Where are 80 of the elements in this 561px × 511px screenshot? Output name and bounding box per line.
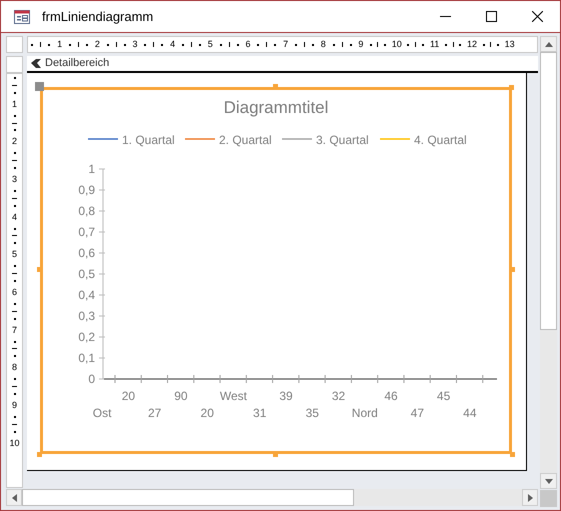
scrollbar-thumb[interactable] — [22, 489, 354, 506]
ruler-number: 2 — [94, 40, 100, 49]
minimize-icon — [440, 16, 450, 17]
y-tick-label: 0 — [88, 372, 95, 386]
horizontal-scrollbar[interactable] — [6, 489, 538, 506]
x-category-label: Nord — [352, 406, 378, 420]
ruler-number: 7 — [283, 40, 288, 49]
x-category-label: 44 — [463, 406, 477, 420]
legend-label: 2. Quartal — [219, 133, 272, 147]
resize-handle-icon[interactable] — [37, 267, 42, 272]
ruler-number: 8 — [12, 363, 17, 372]
ruler-number: 9 — [12, 400, 17, 410]
ruler-number: 4 — [170, 40, 176, 49]
y-tick-label: 0,2 — [78, 330, 95, 344]
x-category-label: 20 — [200, 406, 214, 420]
resize-handle-icon[interactable] — [273, 452, 278, 457]
ruler-number: 3 — [12, 174, 17, 184]
legend-label: 4. Quartal — [414, 133, 467, 147]
chart-title: Diagrammtitel — [224, 98, 328, 117]
y-tick-label: 0,1 — [78, 351, 95, 365]
x-category-label: 45 — [436, 389, 450, 403]
x-category-label: 31 — [253, 406, 266, 420]
ruler-number: 6 — [245, 40, 250, 49]
ruler-number: 11 — [430, 40, 440, 49]
x-category-label: 27 — [148, 406, 162, 420]
ruler-number: 5 — [208, 40, 213, 49]
scrollbar-thumb[interactable] — [540, 52, 557, 330]
legend-label: 3. Quartal — [316, 133, 369, 147]
x-category-label: Ost — [92, 406, 112, 420]
ruler-number: 1 — [57, 40, 62, 49]
scroll-left-icon — [12, 494, 16, 502]
ruler-number: 13 — [504, 40, 515, 49]
window-title: frmLiniendiagramm — [42, 8, 154, 26]
y-tick-label: 0,8 — [78, 204, 95, 218]
ruler-number: 6 — [12, 288, 17, 297]
y-tick-label: 1 — [88, 162, 95, 176]
ruler-number: 4 — [12, 212, 17, 222]
resize-handle-icon[interactable] — [37, 452, 42, 457]
ruler-number: 10 — [392, 40, 402, 49]
y-tick-label: 0,5 — [78, 267, 95, 281]
y-tick-label: 0,3 — [78, 309, 95, 323]
scroll-right-icon — [528, 494, 532, 502]
ruler-number: 9 — [358, 40, 364, 49]
ruler-number: 12 — [467, 40, 478, 49]
ruler-number: 8 — [320, 40, 326, 49]
resize-handle-icon[interactable] — [273, 84, 278, 89]
section-arrow-icon — [31, 59, 41, 68]
form-icon — [14, 10, 30, 24]
ruler-number: 1 — [12, 100, 17, 109]
y-tick-label: 0,4 — [78, 288, 95, 302]
x-category-label: 47 — [410, 406, 424, 420]
x-category-label: West — [220, 389, 248, 403]
x-category-label: 20 — [122, 389, 136, 403]
x-category-label: 32 — [332, 389, 346, 403]
maximize-icon — [486, 11, 496, 22]
legend-label: 1. Quartal — [122, 133, 175, 147]
x-category-label: 90 — [174, 389, 188, 403]
form-selector[interactable] — [6, 36, 23, 53]
vertical-scrollbar[interactable] — [540, 36, 557, 489]
ruler-number: 5 — [12, 250, 17, 260]
scroll-up-icon — [544, 42, 552, 46]
resize-handle-icon[interactable] — [510, 452, 515, 457]
section-selector[interactable] — [6, 56, 23, 73]
scroll-down-icon — [544, 478, 552, 484]
ruler-number: 10 — [9, 438, 20, 448]
y-tick-label: 0,6 — [78, 246, 95, 260]
scrollbar-corner — [540, 490, 557, 507]
close-icon — [532, 11, 542, 22]
ruler-number: 7 — [12, 326, 17, 335]
x-category-label: 46 — [384, 389, 398, 403]
section-label: Detailbereich — [45, 56, 110, 72]
y-tick-label: 0,9 — [78, 183, 95, 197]
x-category-label: 35 — [306, 406, 319, 420]
move-handle-icon[interactable] — [35, 82, 44, 91]
section-bar[interactable]: Detailbereich — [27, 56, 538, 73]
x-category-label: 39 — [279, 389, 293, 403]
ruler-number: 2 — [12, 137, 17, 146]
y-tick-label: 0,7 — [78, 225, 95, 239]
ruler-number: 3 — [132, 40, 138, 49]
resize-handle-icon[interactable] — [510, 267, 515, 272]
